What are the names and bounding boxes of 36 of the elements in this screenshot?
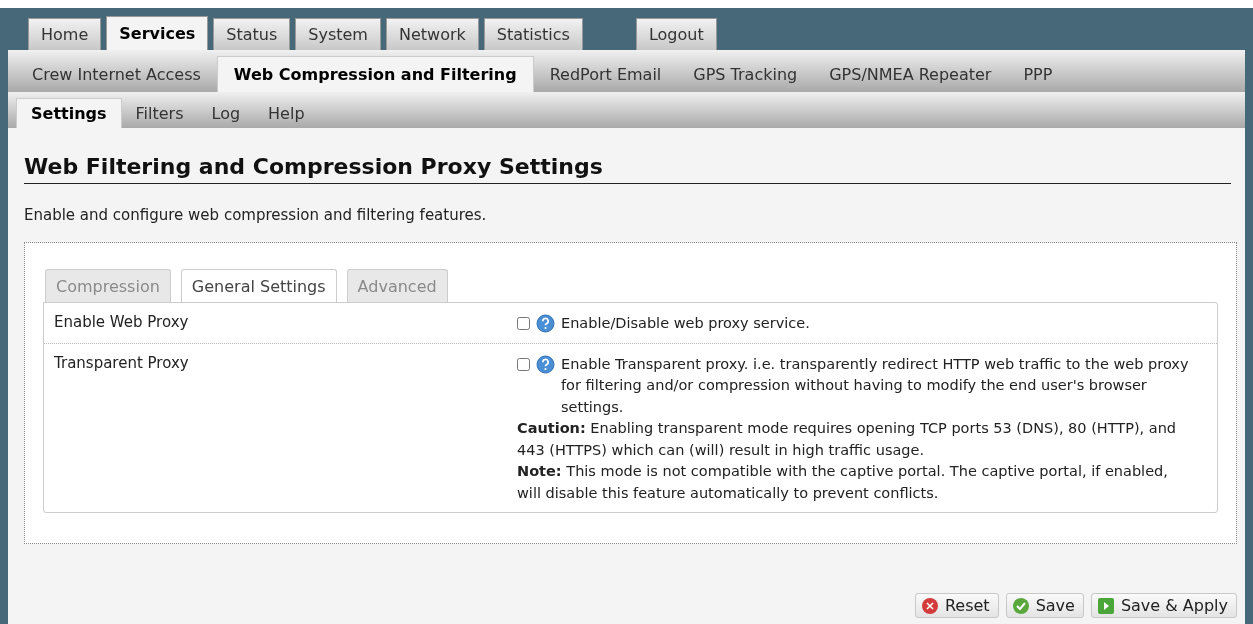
main-tab[interactable]: Home [28,18,102,50]
main-tab[interactable]: Statistics [483,18,583,50]
service-tab[interactable]: PPP [1007,56,1069,92]
checkmark-icon [1011,596,1030,615]
setting-label: Enable Web Proxy [54,313,190,333]
play-icon [1096,596,1115,615]
close-icon [920,596,939,615]
checkbox[interactable] [517,317,530,330]
apply-button[interactable]: Save & Apply [1090,593,1237,618]
service-tab[interactable]: GPS Tracking [677,56,814,92]
page-tab[interactable]: Filters [121,98,198,128]
main-tab[interactable]: Status [213,18,291,50]
reset-button[interactable]: Reset [914,593,999,618]
service-tab[interactable]: RedPort Email [533,56,678,92]
setting-description: Note: This mode is not compatible with the captive portal. The captive portal, if enabled, will disable this feature automatically to prevent conflicts. [517,463,1168,501]
help-icon[interactable] [536,314,555,333]
setting-description: Enable Transparent proxy. i.e. transparently redirect HTTP web traffic to the web proxy for filtering and/or compression without having to modify the end user's browser settings. [561,354,1190,417]
page-tab[interactable]: Help [254,98,319,128]
save-button[interactable]: Save [1005,593,1084,618]
service-tab[interactable]: Crew Internet Access [16,56,217,92]
main-tab[interactable]: Logout [635,18,717,50]
page-tab[interactable]: Settings [16,98,122,128]
checkbox[interactable] [517,357,530,371]
section-tab[interactable]: General Settings [180,269,337,302]
page-title: Web Filtering and Compression Proxy Settings [24,154,1231,184]
service-tab[interactable]: GPS/NMEA Repeater [813,56,1008,92]
main-tab[interactable]: System [295,18,381,50]
service-tab[interactable]: Web Compression and Filtering [216,56,534,92]
help-icon[interactable] [536,354,555,374]
main-tab[interactable]: Network [385,18,479,50]
page-description: Enable and configure web compression and filtering features. [24,206,488,224]
setting-description: Caution: Enabling transparent mode requires opening TCP ports 53 (DNS), 80 (HTTP), and 443 (HTTPS) which can (will) result in high traffic usage. [517,420,1177,458]
main-tab[interactable]: Services [106,16,209,50]
page-tab[interactable]: Log [197,98,255,128]
setting-description: Enable/Disable web proxy service. [561,314,810,333]
setting-label: Transparent Proxy [54,353,190,374]
